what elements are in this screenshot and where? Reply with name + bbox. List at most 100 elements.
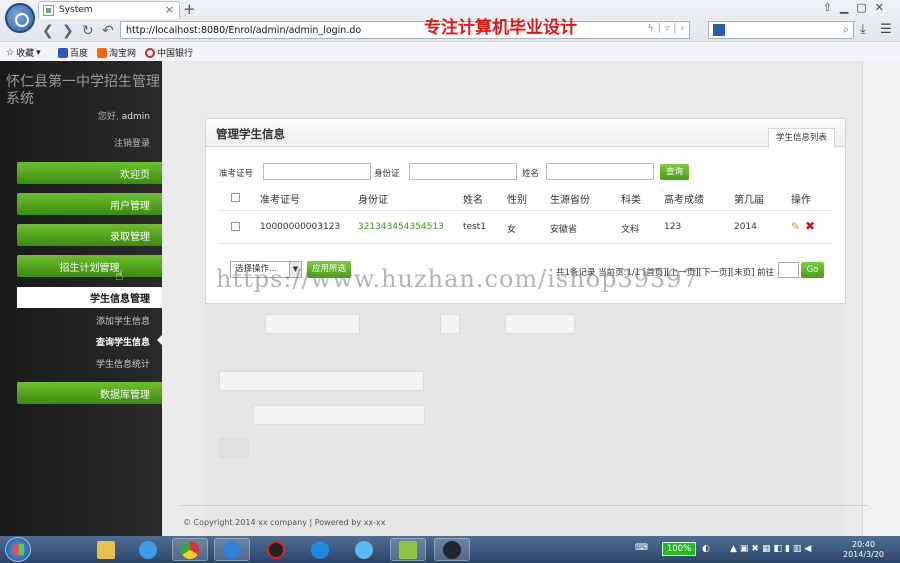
tab-student-list[interactable]: 学生信息列表 (767, 128, 835, 148)
cell-name: test1 (463, 222, 487, 232)
address-text: http://localhost:8080/Enrol/admin/admin_… (126, 25, 362, 36)
bookmarks-bar: ☆ 收藏 ▾ 百度 淘宝网 中国银行 (0, 41, 900, 61)
row-divider (218, 243, 833, 244)
battery-indicator[interactable]: 100% (662, 542, 696, 556)
panel-header: 管理学生信息 学生信息列表 (206, 119, 845, 148)
menu-admission-management[interactable]: 录取管理 (17, 224, 162, 246)
select-all-checkbox[interactable] (231, 193, 240, 202)
taobao-icon (97, 47, 107, 58)
boc-icon (145, 47, 155, 58)
col-score: 高考成绩 (664, 195, 704, 206)
col-actions: 操作 (791, 195, 811, 206)
tray-app-icon[interactable]: ◐ (702, 544, 713, 554)
cell-score: 123 (664, 222, 682, 232)
taskbar-maxthon[interactable] (214, 538, 250, 561)
tab-favicon-icon (43, 5, 54, 16)
menu-enrollment-plan[interactable]: 招生计划管理 (17, 255, 162, 277)
col-category: 科类 (621, 195, 641, 206)
submenu-add-student[interactable]: 添加学生信息 (96, 314, 150, 327)
submenu-student-info[interactable]: 学生信息管理 (17, 287, 162, 308)
submenu-student-stats[interactable]: 学生信息统计 (96, 357, 150, 370)
bookmark-favorites[interactable]: ☆ 收藏 ▾ (6, 46, 41, 60)
refresh-icon[interactable]: ↻ (82, 23, 94, 39)
cell-gender: 女 (507, 225, 517, 235)
ie-icon (139, 540, 157, 559)
menu-welcome[interactable]: 欢迎页 (17, 162, 162, 184)
row-checkbox[interactable] (231, 222, 240, 231)
greeting: 您好, admin (98, 112, 150, 122)
system-tray-icons[interactable]: ▲▣✖▦◧▮▥◀ (730, 544, 814, 554)
bookmark-taobao[interactable]: 淘宝网 (97, 46, 136, 59)
taskbar-clock[interactable]: 20:40 2014/3/20 (843, 540, 884, 560)
forward-icon[interactable]: ❯ (62, 23, 74, 39)
taskbar-explorer[interactable] (88, 538, 124, 561)
chrome-icon (181, 540, 199, 559)
address-bar[interactable]: http://localhost:8080/Enrol/admin/admin_… (120, 21, 690, 39)
site-title: 怀仁县第一中学招生管理系统 (6, 74, 160, 107)
logout-link[interactable]: 注销登录 (114, 136, 150, 149)
taskbar-qq[interactable] (258, 538, 294, 561)
cell-id-card-link[interactable]: 321343454354513 (358, 222, 444, 232)
main-area: 管理学生信息 学生信息列表 准考证号 身份证 姓名 查询 准考证号 身份证 姓名… (162, 61, 862, 538)
sidebar: 怀仁县第一中学招生管理系统 您好, admin 注销登录 欢迎页 用户管理 录取… (0, 61, 162, 536)
browser-logo-icon[interactable] (5, 3, 35, 33)
back-icon[interactable]: ❮ (42, 23, 54, 39)
undo-icon[interactable]: ↶ (102, 23, 114, 39)
ghost-field (219, 371, 424, 391)
cloud-icon (355, 540, 373, 559)
submenu-query-student[interactable]: 查询学生信息 (96, 335, 150, 348)
keyboard-icon[interactable]: ⌨ (635, 543, 651, 553)
browser-tab[interactable]: System × (38, 1, 180, 19)
cell-province: 安徽省 (550, 225, 578, 235)
panel-title: 管理学生信息 (216, 127, 285, 141)
name-label: 姓名 (522, 169, 540, 179)
exam-no-label: 准考证号 (219, 169, 254, 179)
ghost-field (265, 314, 360, 334)
start-button[interactable] (5, 537, 31, 562)
menu-user-management[interactable]: 用户管理 (17, 193, 162, 215)
bookmark-boc[interactable]: 中国银行 (145, 46, 193, 59)
search-icon[interactable]: ⌕ (843, 23, 849, 37)
footer-divider (180, 505, 867, 506)
menu-icon[interactable]: ☰ (880, 22, 892, 37)
name-input[interactable] (546, 163, 654, 180)
folder-icon (97, 540, 115, 559)
address-actions-icon[interactable]: ϟ │ ▿ │ › (648, 24, 684, 34)
ghost-field (253, 405, 425, 425)
delete-icon[interactable]: ✖ (805, 219, 815, 233)
taskbar-media[interactable] (302, 538, 338, 561)
go-button[interactable]: Go (801, 262, 824, 278)
browser-icon (223, 540, 241, 559)
window-controls[interactable]: ⇧▁▢✕ (823, 1, 892, 14)
id-card-input[interactable] (409, 163, 517, 180)
exam-no-input[interactable] (263, 163, 371, 180)
ghost-button (219, 438, 249, 458)
footer-copyright: © Copyright 2014 xx company | Powered by… (183, 518, 386, 527)
overlay-banner: 专注计算机毕业设计 (424, 18, 577, 38)
taskbar-chrome[interactable] (172, 538, 208, 561)
search-button[interactable]: 查询 (660, 164, 690, 180)
new-tab-icon[interactable]: + (183, 0, 196, 18)
taskbar-cloud[interactable] (346, 538, 382, 561)
taskbar-eclipse[interactable] (434, 538, 470, 561)
taskbar-ie[interactable] (130, 538, 166, 561)
col-session: 第几届 (734, 195, 764, 206)
baidu-icon (58, 47, 68, 58)
col-name: 姓名 (463, 195, 483, 206)
col-province: 生源省份 (550, 195, 590, 206)
cell-exam-no: 10000000003123 (260, 222, 341, 232)
page-scrollbar[interactable] (862, 61, 900, 536)
cell-session: 2014 (734, 222, 757, 232)
edit-icon[interactable]: ✎ (791, 220, 800, 233)
taskbar-editor[interactable] (390, 538, 426, 561)
search-engine-icon[interactable] (713, 24, 725, 36)
tab-close-icon[interactable]: × (165, 3, 174, 16)
download-icon[interactable]: ⤓ (860, 22, 866, 37)
mouse-cursor-icon: ☝ (115, 268, 124, 284)
goto-page-input[interactable] (778, 262, 799, 278)
bookmark-baidu[interactable]: 百度 (58, 46, 88, 59)
qq-icon (267, 540, 285, 559)
ide-icon (443, 540, 461, 559)
menu-database-management[interactable]: 数据库管理 (17, 382, 162, 404)
search-box[interactable]: ⌕ (708, 21, 854, 39)
